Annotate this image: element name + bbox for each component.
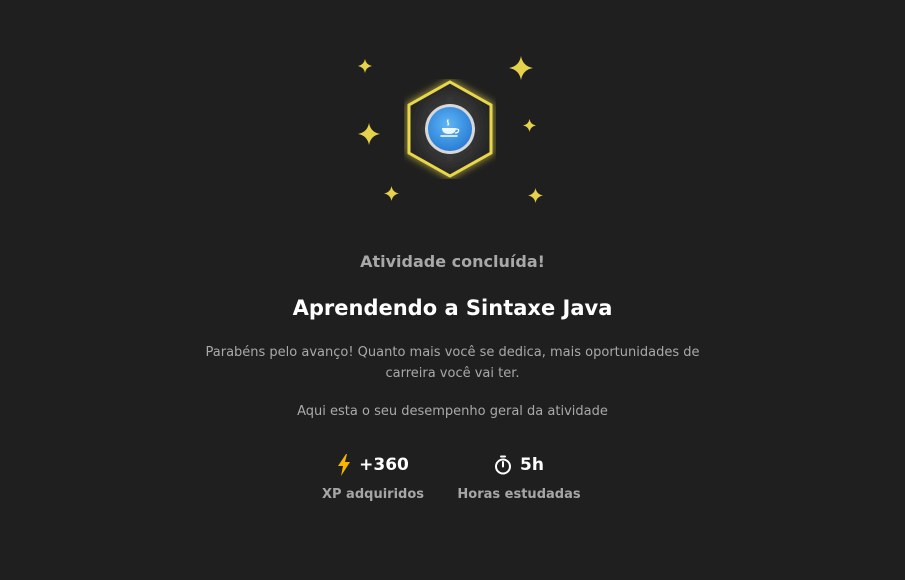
achievement-badge xyxy=(404,79,496,179)
xp-stat: +360 XP adquiridos xyxy=(318,453,428,502)
sparkle-icon xyxy=(358,59,372,73)
hours-value: 5h xyxy=(520,455,544,475)
sparkle-icon xyxy=(523,119,536,132)
course-title: Aprendendo a Sintaxe Java xyxy=(292,296,613,320)
java-cup-icon xyxy=(440,119,460,137)
achievement-badge-area xyxy=(0,0,905,230)
lightning-icon xyxy=(338,454,351,476)
activity-complete-screen: Atividade concluída! Aprendendo a Sintax… xyxy=(0,0,905,580)
sparkle-icon xyxy=(528,188,543,203)
hours-stat: 5h Horas estudadas xyxy=(452,453,586,502)
performance-summary: Aqui esta o seu desempenho geral da ativ… xyxy=(297,404,608,419)
sparkle-icon xyxy=(384,186,399,201)
sparkle-icon xyxy=(509,56,533,80)
completion-status: Atividade concluída! xyxy=(360,252,545,271)
hours-label: Horas estudadas xyxy=(457,487,581,502)
stopwatch-icon xyxy=(495,455,512,475)
xp-value: +360 xyxy=(359,455,409,475)
sparkle-icon xyxy=(358,123,380,145)
xp-label: XP adquiridos xyxy=(321,487,424,502)
congrats-message: Parabéns pelo avanço! Quanto mais você s… xyxy=(205,345,700,381)
